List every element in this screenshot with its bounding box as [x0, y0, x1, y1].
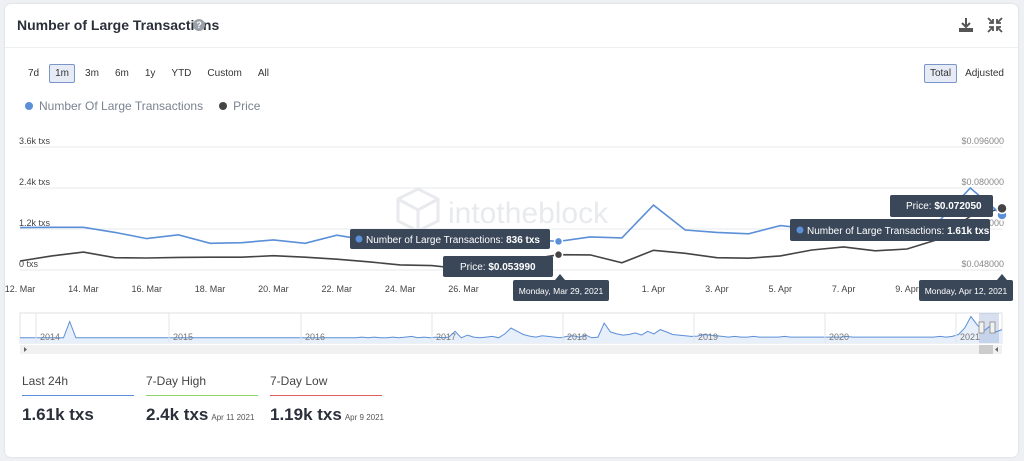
navigator-year-label: 2019: [698, 332, 718, 342]
x-tick-label: 7. Apr: [832, 284, 856, 294]
x-tick-label: 9. Apr: [895, 284, 919, 294]
x-tick-label: 24. Mar: [385, 284, 416, 294]
y-right-tick-label: $0.080000: [961, 177, 1004, 187]
navigator-scrollbar-thumb: [979, 345, 993, 354]
navigator-year-label: 2020: [829, 332, 849, 342]
stat-value: 1.61k txs: [22, 405, 134, 425]
tooltip-label: Number of Large Transactions: 1.61k txs: [807, 226, 990, 237]
navigator-handle-left: [978, 321, 985, 334]
stat-last-24h: Last 24h 1.61k txs: [22, 374, 134, 425]
stats-row: Last 24h 1.61k txs 7-Day High 2.4k txs Ap…: [22, 374, 384, 425]
navigator-year-label: 2021: [960, 332, 980, 342]
price-hover-marker: [553, 249, 564, 260]
stat-date: Apr 9 2021: [344, 413, 384, 422]
x-tick-label: 16. Mar: [131, 284, 162, 294]
x-tick-label: 1. Apr: [642, 284, 666, 294]
navigator-year-label: 2015: [173, 332, 193, 342]
chart-card: Number of Large Transactions ? 7d 1m 3m …: [5, 4, 1018, 457]
x-tick-label: 20. Mar: [258, 284, 289, 294]
navigator-year-label: 2014: [40, 332, 60, 342]
tooltip-dot-icon: [355, 235, 363, 243]
tooltip-date: Monday, Apr 12, 2021: [925, 286, 1008, 296]
tooltip-value: 836 txs: [506, 235, 540, 246]
stat-value-text: 1.19k txs: [270, 405, 342, 424]
y-right-tick-label: $0.096000: [961, 136, 1004, 146]
tooltip-pointer: [997, 274, 1007, 280]
tooltip-pointer: [555, 274, 565, 280]
x-tick-label: 12. Mar: [5, 284, 35, 294]
stat-label: 7-Day Low: [270, 374, 382, 396]
tooltip-dot-icon: [796, 226, 804, 234]
navigator-year-label: 2018: [567, 332, 587, 342]
x-tick-label: 3. Apr: [705, 284, 729, 294]
tooltip-value: $0.053990: [488, 262, 536, 273]
stat-label: Last 24h: [22, 374, 134, 396]
navigator-handle-right: [989, 321, 996, 334]
tooltip-label: Price: $0.053990: [460, 262, 536, 273]
navigator-year-label: 2017: [436, 332, 456, 342]
tooltip-label: Number of Large Transactions: 836 txs: [366, 235, 540, 246]
y-right-tick-label: $0.048000: [961, 259, 1004, 269]
x-tick-label: 18. Mar: [195, 284, 226, 294]
x-tick-label: 14. Mar: [68, 284, 99, 294]
price-marker: [996, 202, 1008, 215]
watermark: intotheblock: [396, 187, 609, 233]
x-tick-label: 26. Mar: [448, 284, 479, 294]
y-left-tick-label: 3.6k txs: [19, 136, 51, 146]
x-tick-label: 5. Apr: [769, 284, 793, 294]
stat-7day-high: 7-Day High 2.4k txs Apr 11 2021: [146, 374, 258, 425]
transactions-hover-marker: [553, 236, 564, 247]
tooltip-value: $0.072050: [934, 201, 982, 212]
stat-label: 7-Day High: [146, 374, 258, 396]
stat-value: 2.4k txs Apr 11 2021: [146, 405, 258, 425]
line-chart: intotheblock 0 txs$0.0480001.2k txs$0.06…: [5, 136, 1013, 354]
stat-7day-low: 7-Day Low 1.19k txs Apr 9 2021: [270, 374, 384, 425]
watermark-text: intotheblock: [448, 197, 609, 230]
stat-value-text: 1.61k txs: [22, 405, 94, 424]
tooltip-date: Monday, Mar 29, 2021: [519, 286, 604, 296]
stat-value: 1.19k txs Apr 9 2021: [270, 405, 384, 425]
x-tick-label: 22. Mar: [322, 284, 353, 294]
tooltip-value: 1.61k txs: [947, 226, 990, 237]
y-left-tick-label: 1.2k txs: [19, 218, 51, 228]
navigator-scrollbar-track: [20, 345, 1002, 354]
y-left-tick-label: 2.4k txs: [19, 177, 51, 187]
navigator-year-label: 2016: [305, 332, 325, 342]
tooltip-label: Price: $0.072050: [906, 201, 982, 212]
stat-date: Apr 11 2021: [211, 413, 255, 422]
stat-value-text: 2.4k txs: [146, 405, 209, 424]
